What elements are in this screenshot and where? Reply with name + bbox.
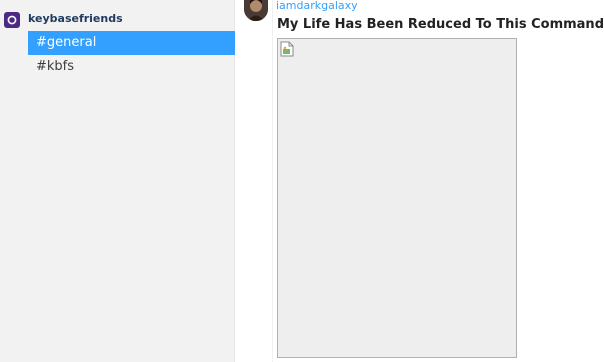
channel-item-kbfs[interactable]: #kbfs <box>28 55 235 79</box>
conversation-pane: iamdarkgalaxy My Life Has Been Reduced T… <box>236 0 604 362</box>
user-avatar[interactable] <box>244 0 268 21</box>
team-avatar-icon <box>4 12 20 28</box>
message-author[interactable]: iamdarkgalaxy <box>276 0 358 13</box>
message-image-attachment[interactable] <box>277 38 517 358</box>
channel-sidebar: keybasefriends #general #kbfs <box>0 0 235 362</box>
message-gutter <box>272 0 273 362</box>
app-window: keybasefriends #general #kbfs iamdarkgal… <box>0 0 604 362</box>
team-header[interactable]: keybasefriends <box>0 8 235 30</box>
team-name: keybasefriends <box>28 12 123 25</box>
channel-item-general[interactable]: #general <box>28 31 235 55</box>
message-text: My Life Has Been Reduced To This Command <box>277 17 604 32</box>
broken-image-icon <box>280 41 294 57</box>
